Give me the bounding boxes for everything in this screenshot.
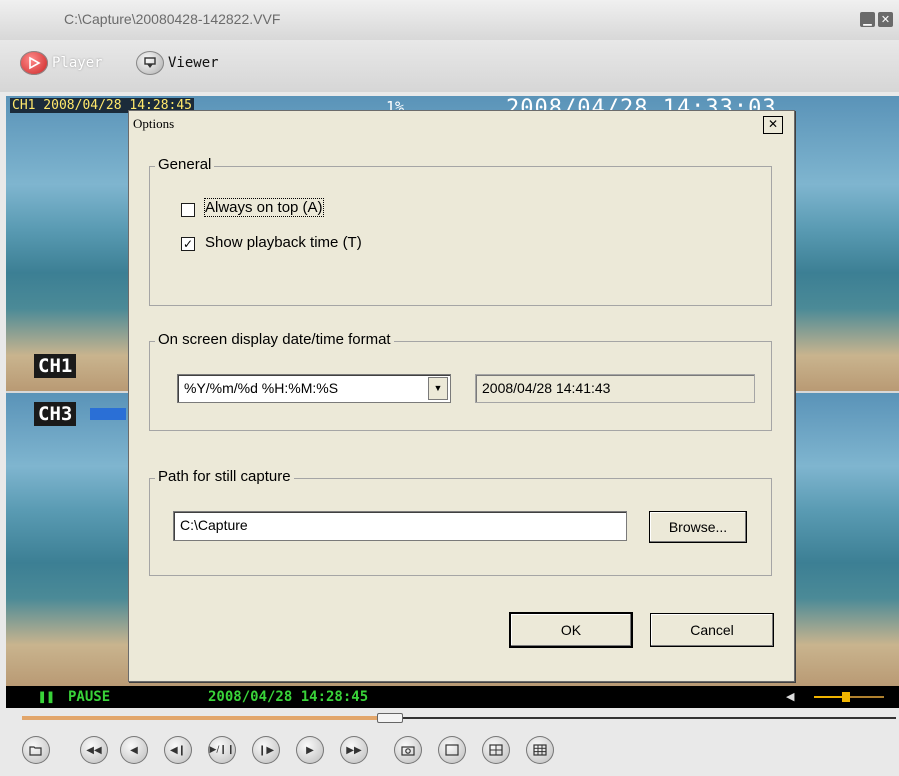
viewer-icon xyxy=(136,51,164,75)
always-on-top-checkbox[interactable] xyxy=(181,203,195,217)
pause-icon: ❚❚ xyxy=(38,689,55,705)
ch1-label: CH1 xyxy=(34,354,77,378)
layout-single-icon[interactable] xyxy=(438,736,466,764)
dvr-player-window: C:\Capture\20080428-142822.VVF ▁ ✕ Playe… xyxy=(0,0,899,776)
player-mode-button[interactable]: Player xyxy=(20,48,103,78)
step-forward-icon[interactable]: ▶ xyxy=(296,736,324,764)
status-timestamp: 2008/04/28 14:28:45 xyxy=(208,689,369,705)
window-title: C:\Capture\20080428-142822.VVF xyxy=(64,11,281,27)
seek-area xyxy=(0,708,899,728)
frame-forward-icon[interactable]: ❙▶ xyxy=(252,736,280,764)
ch3-activity-bar xyxy=(90,408,126,420)
always-on-top-label[interactable]: Always on top (A) xyxy=(204,198,324,217)
open-file-icon[interactable] xyxy=(22,736,50,764)
rewind-fast-icon[interactable]: ◀◀ xyxy=(80,736,108,764)
volume-thumb[interactable] xyxy=(841,692,850,702)
seek-track[interactable] xyxy=(22,713,896,723)
title-bar: C:\Capture\20080428-142822.VVF ▁ ✕ xyxy=(0,0,899,40)
step-back-icon[interactable]: ◀ xyxy=(120,736,148,764)
show-playback-time-checkbox[interactable]: ✓ xyxy=(181,237,195,251)
dialog-title: Options xyxy=(133,116,175,131)
show-playback-time-label[interactable]: Show playback time (T) xyxy=(205,234,362,251)
date-format-value: %Y/%m/%d %H:%M:%S xyxy=(184,380,339,396)
snapshot-icon[interactable] xyxy=(394,736,422,764)
date-format-preview: 2008/04/28 14:41:43 xyxy=(475,374,755,403)
viewer-mode-button[interactable]: Viewer xyxy=(136,48,219,78)
speaker-icon[interactable]: ◀ xyxy=(786,690,794,703)
dialog-close-icon[interactable]: ✕ xyxy=(763,116,783,134)
options-dialog: Options ✕ General Always on top (A) ✓ Sh… xyxy=(128,110,795,682)
close-icon[interactable]: ✕ xyxy=(878,12,893,27)
play-icon xyxy=(20,51,48,75)
capture-path-legend: Path for still capture xyxy=(155,468,294,485)
general-legend: General xyxy=(155,156,215,173)
layout-quad-icon[interactable] xyxy=(482,736,510,764)
viewer-mode-label: Viewer xyxy=(168,55,219,71)
frame-back-icon[interactable]: ◀❙ xyxy=(164,736,192,764)
minimize-icon[interactable]: ▁ xyxy=(860,12,875,27)
chevron-down-icon[interactable]: ▼ xyxy=(428,377,448,400)
seek-progress xyxy=(22,716,390,720)
status-bar: ❚❚ PAUSE 2008/04/28 14:28:45 ◀ xyxy=(6,686,899,708)
control-bar: ◀◀ ◀ ◀❙ ▶/❙❙ ❙▶ ▶ ▶▶ xyxy=(0,728,899,776)
ok-button[interactable]: OK xyxy=(510,613,632,647)
layout-nine-icon[interactable] xyxy=(526,736,554,764)
play-pause-icon[interactable]: ▶/❙❙ xyxy=(208,736,236,764)
mode-bar: Player Viewer xyxy=(0,40,899,92)
osd-format-legend: On screen display date/time format xyxy=(155,331,394,348)
browse-button[interactable]: Browse... xyxy=(649,511,747,543)
seek-thumb[interactable] xyxy=(377,713,404,723)
forward-fast-icon[interactable]: ▶▶ xyxy=(340,736,368,764)
cancel-button[interactable]: Cancel xyxy=(650,613,774,647)
capture-path-input[interactable]: C:\Capture xyxy=(173,511,627,541)
ch3-label: CH3 xyxy=(34,402,77,426)
volume-track[interactable] xyxy=(814,692,884,702)
date-format-select[interactable]: %Y/%m/%d %H:%M:%S ▼ xyxy=(177,374,451,403)
dialog-title-bar: Options ✕ xyxy=(129,111,794,135)
status-label: PAUSE xyxy=(68,689,111,705)
player-mode-label: Player xyxy=(52,55,103,71)
